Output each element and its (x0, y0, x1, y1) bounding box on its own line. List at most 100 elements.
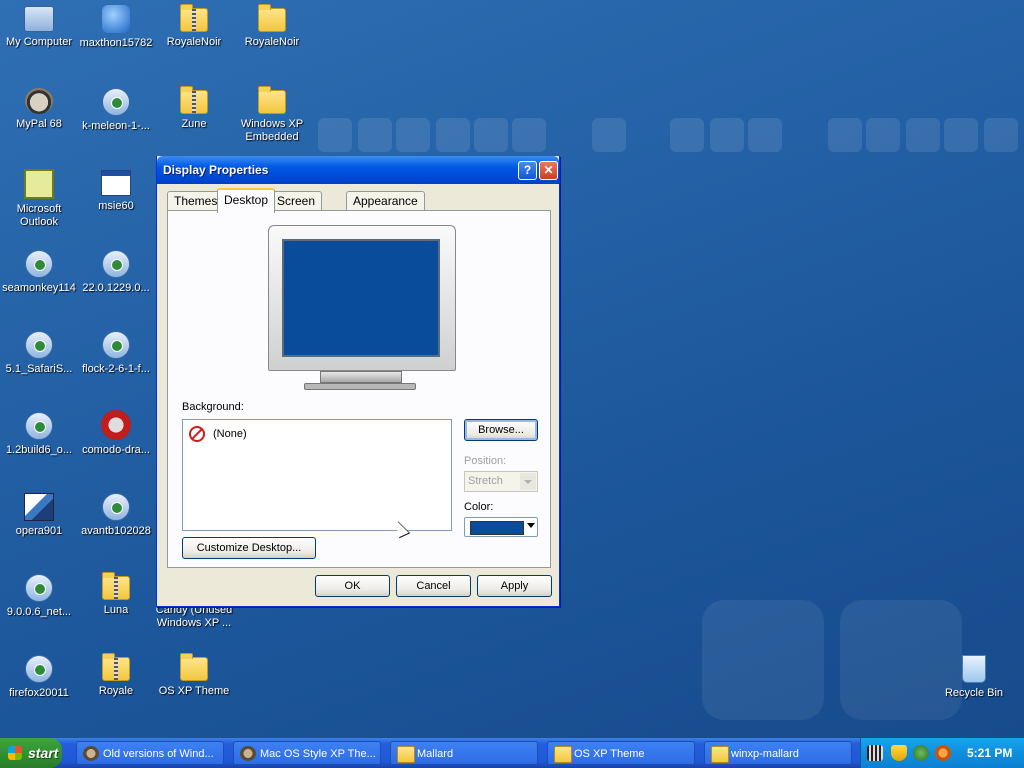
color-swatch (470, 521, 524, 535)
security-shield-icon[interactable] (891, 745, 907, 761)
desktop-icon-k-meleon[interactable]: k-meleon-1-... (77, 84, 155, 133)
none-icon (189, 425, 205, 442)
system-tray: 5:21 PM (860, 738, 1024, 768)
installer-icon (102, 88, 130, 116)
close-button[interactable]: ✕ (539, 161, 558, 180)
desktop-icon-my-computer[interactable]: My Computer (0, 2, 78, 49)
desktop-icon-luna[interactable]: Luna (77, 570, 155, 617)
desktop-icon-msie60[interactable]: msie60 (77, 165, 155, 213)
desktop-icon-recycle-bin[interactable]: Recycle Bin (935, 651, 1013, 700)
desktop-icon-zune[interactable]: Zune (155, 84, 233, 131)
position-value: Stretch (468, 475, 503, 487)
raccoon-icon (25, 88, 53, 114)
zip-folder-icon (102, 572, 130, 600)
outlook-icon (24, 169, 54, 199)
tab-desktop[interactable]: Desktop (217, 188, 276, 213)
desktop-icon-royalenoir-zip[interactable]: RoyaleNoir (155, 2, 233, 49)
recycle-bin-icon (962, 655, 986, 683)
zip-folder-icon (180, 86, 208, 114)
app-icon (83, 746, 99, 761)
desktop-icon-royalenoir-folder[interactable]: RoyaleNoir (233, 2, 311, 49)
windows-logo-icon (8, 746, 22, 760)
ok-button[interactable]: OK (315, 575, 390, 597)
folder-icon (554, 746, 572, 763)
browse-button[interactable]: Browse... (464, 419, 538, 441)
start-label: start (28, 745, 59, 761)
color-picker-button[interactable] (464, 517, 538, 537)
installer-icon (102, 250, 130, 278)
network-icon[interactable] (913, 745, 929, 761)
display-properties-dialog: Display Properties ? ✕ Themes Desktop Sc… (156, 156, 560, 607)
chevron-down-icon (527, 523, 535, 528)
list-item-label: (None) (213, 428, 247, 440)
desktop-icon-flock[interactable]: flock-2-6-1-f... (77, 327, 155, 376)
desktop-icon-outlook[interactable]: Microsoft Outlook (0, 165, 78, 229)
taskbar: start Old versions of Wind... Mac OS Sty… (0, 738, 1024, 768)
installer-icon (102, 331, 130, 359)
desktop-icon-mypal[interactable]: MyPal 68 (0, 84, 78, 131)
desktop-icon-maxthon[interactable]: maxthon15782 (77, 2, 155, 50)
taskbar-button[interactable]: winxp-mallard (704, 741, 852, 765)
desktop-icon-avant[interactable]: avantb102028 (77, 489, 155, 538)
folder-icon (180, 653, 208, 681)
desktop-icon-chrome-installer[interactable]: 22.0.1229.0... (77, 246, 155, 295)
installer-icon (25, 655, 53, 683)
color-label: Color: (464, 501, 494, 513)
desktop-icon-seamonkey[interactable]: seamonkey114 (0, 246, 78, 295)
position-select[interactable]: Stretch (464, 471, 538, 492)
comodo-icon (101, 410, 131, 440)
desktop-icon-windows-xp-embedded[interactable]: Windows XP Embedded (233, 84, 311, 144)
zip-folder-icon (180, 4, 208, 32)
desktop-icon-opera[interactable]: opera901 (0, 489, 78, 538)
tab-appearance[interactable]: Appearance (346, 191, 425, 211)
taskbar-button[interactable]: Old versions of Wind... (76, 741, 224, 765)
maxthon-icon (102, 5, 130, 33)
desktop-icon-1-2build6[interactable]: 1.2build6_o... (0, 408, 78, 457)
folder-icon (258, 4, 286, 32)
installer-icon (25, 574, 53, 602)
customize-desktop-button[interactable]: Customize Desktop... (182, 537, 316, 559)
installer-icon (25, 250, 53, 278)
desktop-icon-dotnet[interactable]: 9.0.0.6_net... (0, 570, 78, 619)
tab-screen-saver[interactable]: Screen Saver (270, 191, 323, 227)
desktop-tab-panel: Background: (None) Browse... Position: S… (167, 210, 551, 568)
desktop-icon-firefox[interactable]: firefox20011 (0, 651, 78, 700)
desktop-icon-royale[interactable]: Royale (77, 651, 155, 698)
taskbar-button[interactable]: OS XP Theme (547, 741, 695, 765)
installer-icon (102, 493, 130, 521)
search-icon[interactable] (935, 745, 951, 761)
position-label: Position: (464, 455, 507, 467)
installer-icon (25, 412, 53, 440)
close-icon: ✕ (543, 163, 554, 177)
window-icon (101, 170, 131, 196)
list-item[interactable]: (None) (189, 424, 249, 442)
desktop-icon-comodo-dragon[interactable]: comodo-dra... (77, 408, 155, 457)
background-list[interactable]: (None) (182, 419, 452, 531)
dialog-titlebar[interactable]: Display Properties ? ✕ (157, 156, 559, 184)
keyboard-icon[interactable] (867, 745, 883, 761)
chevron-down-icon (520, 473, 536, 490)
monitor-stand (320, 371, 402, 383)
clock: 5:21 PM (967, 746, 1013, 760)
taskbar-button[interactable]: Mac OS Style XP The... (233, 741, 381, 765)
folder-icon (258, 86, 286, 114)
background-label: Background: (182, 401, 244, 413)
opera-icon (24, 493, 54, 521)
desktop-icon-safari[interactable]: 5.1_SafariS... (0, 327, 78, 376)
zip-folder-icon (102, 653, 130, 681)
tab-themes[interactable]: Themes (167, 191, 225, 211)
desktop-icon-os-xp-theme[interactable]: OS XP Theme (155, 651, 233, 698)
dialog-title: Display Properties (163, 163, 269, 177)
folder-icon (711, 746, 729, 763)
help-icon: ? (523, 163, 532, 177)
folder-icon (397, 746, 415, 763)
start-button[interactable]: start (0, 738, 62, 768)
help-button[interactable]: ? (518, 161, 537, 180)
app-icon (240, 746, 256, 761)
cancel-button[interactable]: Cancel (396, 575, 471, 597)
installer-icon (25, 331, 53, 359)
computer-icon (24, 6, 54, 32)
monitor-screen-preview (282, 239, 440, 357)
apply-button[interactable]: Apply (477, 575, 552, 597)
taskbar-button[interactable]: Mallard (390, 741, 538, 765)
